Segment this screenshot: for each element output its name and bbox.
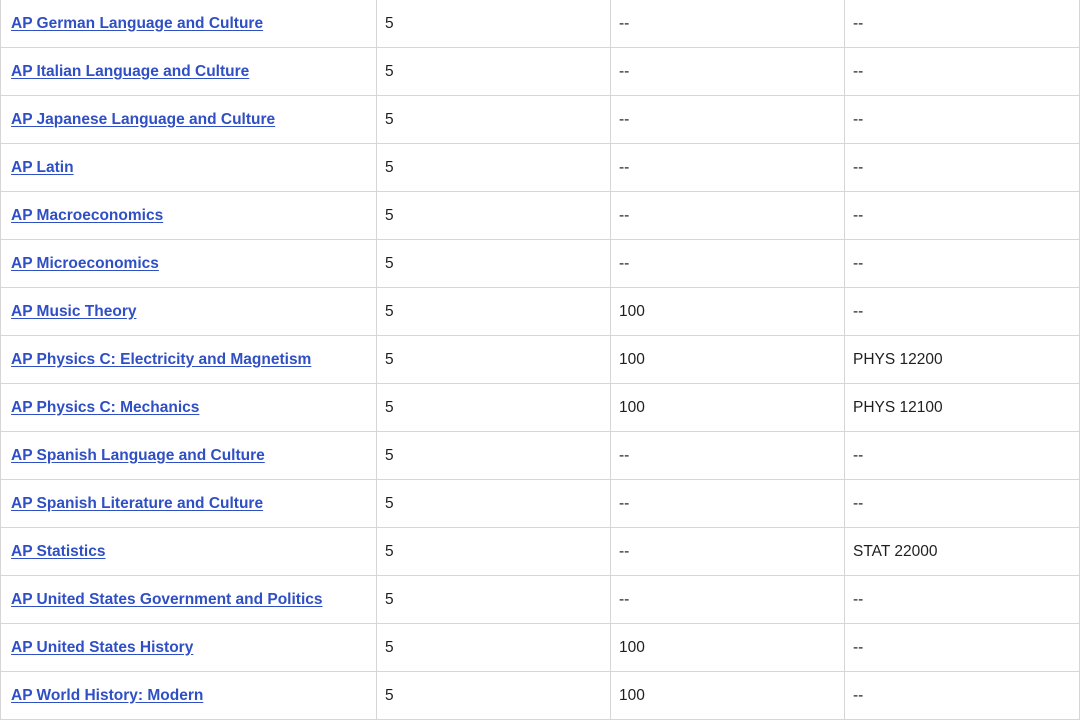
score-cell: 5 bbox=[376, 431, 611, 480]
course-link[interactable]: AP German Language and Culture bbox=[11, 15, 263, 32]
credit-cell: -- bbox=[610, 431, 845, 480]
course-cell: AP Physics C: Mechanics bbox=[0, 383, 377, 432]
ap-credit-table: AP German Language and Culture 5 -- -- AP It… bbox=[0, 0, 1080, 720]
course-link[interactable]: AP Japanese Language and Culture bbox=[11, 111, 275, 128]
equivalent-course-cell: PHYS 12200 bbox=[844, 335, 1080, 384]
course-cell: AP Spanish Literature and Culture bbox=[0, 479, 377, 528]
course-cell: AP German Language and Culture bbox=[0, 0, 377, 48]
course-cell: AP Latin bbox=[0, 143, 377, 192]
table-row: AP United States History 5 100 -- bbox=[0, 623, 1080, 672]
table-row: AP Macroeconomics 5 -- -- bbox=[0, 191, 1080, 240]
score-cell: 5 bbox=[376, 0, 611, 48]
course-link[interactable]: AP Italian Language and Culture bbox=[11, 63, 249, 80]
course-cell: AP United States Government and Politics bbox=[0, 575, 377, 624]
score-cell: 5 bbox=[376, 47, 611, 96]
equivalent-course-cell: -- bbox=[844, 95, 1080, 144]
credit-cell: -- bbox=[610, 47, 845, 96]
credit-cell: -- bbox=[610, 143, 845, 192]
equivalent-course-cell: -- bbox=[844, 47, 1080, 96]
credit-cell: -- bbox=[610, 527, 845, 576]
equivalent-course-cell: -- bbox=[844, 239, 1080, 288]
course-link[interactable]: AP United States History bbox=[11, 639, 193, 656]
equivalent-course-cell: STAT 22000 bbox=[844, 527, 1080, 576]
table-row: AP Latin 5 -- -- bbox=[0, 143, 1080, 192]
course-cell: AP Microeconomics bbox=[0, 239, 377, 288]
table-row: AP United States Government and Politics… bbox=[0, 575, 1080, 624]
table-body: AP German Language and Culture 5 -- -- AP It… bbox=[0, 0, 1080, 720]
table-row: AP Music Theory 5 100 -- bbox=[0, 287, 1080, 336]
table-row: AP Microeconomics 5 -- -- bbox=[0, 239, 1080, 288]
table-row: AP Physics C: Mechanics 5 100 PHYS 12100 bbox=[0, 383, 1080, 432]
score-cell: 5 bbox=[376, 287, 611, 336]
credit-cell: -- bbox=[610, 0, 845, 48]
score-cell: 5 bbox=[376, 383, 611, 432]
course-link[interactable]: AP Spanish Literature and Culture bbox=[11, 495, 263, 512]
equivalent-course-cell: -- bbox=[844, 431, 1080, 480]
table-row: AP Spanish Language and Culture 5 -- -- bbox=[0, 431, 1080, 480]
equivalent-course-cell: -- bbox=[844, 143, 1080, 192]
equivalent-course-cell: -- bbox=[844, 0, 1080, 48]
course-cell: AP World History: Modern bbox=[0, 671, 377, 720]
credit-cell: 100 bbox=[610, 383, 845, 432]
credit-cell: -- bbox=[610, 479, 845, 528]
course-link[interactable]: AP Spanish Language and Culture bbox=[11, 447, 265, 464]
equivalent-course-cell: -- bbox=[844, 479, 1080, 528]
course-link[interactable]: AP United States Government and Politics bbox=[11, 591, 323, 608]
score-cell: 5 bbox=[376, 575, 611, 624]
score-cell: 5 bbox=[376, 191, 611, 240]
table-row: AP Italian Language and Culture 5 -- -- bbox=[0, 47, 1080, 96]
credit-cell: -- bbox=[610, 191, 845, 240]
table-row: AP Japanese Language and Culture 5 -- -- bbox=[0, 95, 1080, 144]
course-link[interactable]: AP Macroeconomics bbox=[11, 207, 163, 224]
table-row: AP World History: Modern 5 100 -- bbox=[0, 671, 1080, 720]
course-cell: AP Physics C: Electricity and Magnetism bbox=[0, 335, 377, 384]
score-cell: 5 bbox=[376, 143, 611, 192]
table-row: AP German Language and Culture 5 -- -- bbox=[0, 0, 1080, 48]
score-cell: 5 bbox=[376, 479, 611, 528]
course-link[interactable]: AP Statistics bbox=[11, 543, 105, 560]
course-cell: AP Macroeconomics bbox=[0, 191, 377, 240]
course-link[interactable]: AP World History: Modern bbox=[11, 687, 203, 704]
equivalent-course-cell: PHYS 12100 bbox=[844, 383, 1080, 432]
course-cell: AP Italian Language and Culture bbox=[0, 47, 377, 96]
equivalent-course-cell: -- bbox=[844, 575, 1080, 624]
course-link[interactable]: AP Microeconomics bbox=[11, 255, 159, 272]
credit-cell: -- bbox=[610, 239, 845, 288]
course-cell: AP Statistics bbox=[0, 527, 377, 576]
equivalent-course-cell: -- bbox=[844, 671, 1080, 720]
credit-cell: 100 bbox=[610, 671, 845, 720]
equivalent-course-cell: -- bbox=[844, 191, 1080, 240]
course-cell: AP United States History bbox=[0, 623, 377, 672]
course-link[interactable]: AP Music Theory bbox=[11, 303, 136, 320]
credit-cell: 100 bbox=[610, 287, 845, 336]
score-cell: 5 bbox=[376, 239, 611, 288]
course-link[interactable]: AP Physics C: Electricity and Magnetism bbox=[11, 351, 311, 368]
table-row: AP Spanish Literature and Culture 5 -- -- bbox=[0, 479, 1080, 528]
score-cell: 5 bbox=[376, 527, 611, 576]
equivalent-course-cell: -- bbox=[844, 287, 1080, 336]
ap-credit-table-container: AP German Language and Culture 5 -- -- AP It… bbox=[0, 0, 1080, 724]
course-cell: AP Spanish Language and Culture bbox=[0, 431, 377, 480]
course-cell: AP Japanese Language and Culture bbox=[0, 95, 377, 144]
score-cell: 5 bbox=[376, 95, 611, 144]
credit-cell: -- bbox=[610, 575, 845, 624]
credit-cell: 100 bbox=[610, 623, 845, 672]
credit-cell: 100 bbox=[610, 335, 845, 384]
table-row: AP Statistics 5 -- STAT 22000 bbox=[0, 527, 1080, 576]
credit-cell: -- bbox=[610, 95, 845, 144]
score-cell: 5 bbox=[376, 623, 611, 672]
score-cell: 5 bbox=[376, 335, 611, 384]
table-row: AP Physics C: Electricity and Magnetism 5… bbox=[0, 335, 1080, 384]
course-link[interactable]: AP Physics C: Mechanics bbox=[11, 399, 199, 416]
course-link[interactable]: AP Latin bbox=[11, 159, 74, 176]
equivalent-course-cell: -- bbox=[844, 623, 1080, 672]
course-cell: AP Music Theory bbox=[0, 287, 377, 336]
score-cell: 5 bbox=[376, 671, 611, 720]
